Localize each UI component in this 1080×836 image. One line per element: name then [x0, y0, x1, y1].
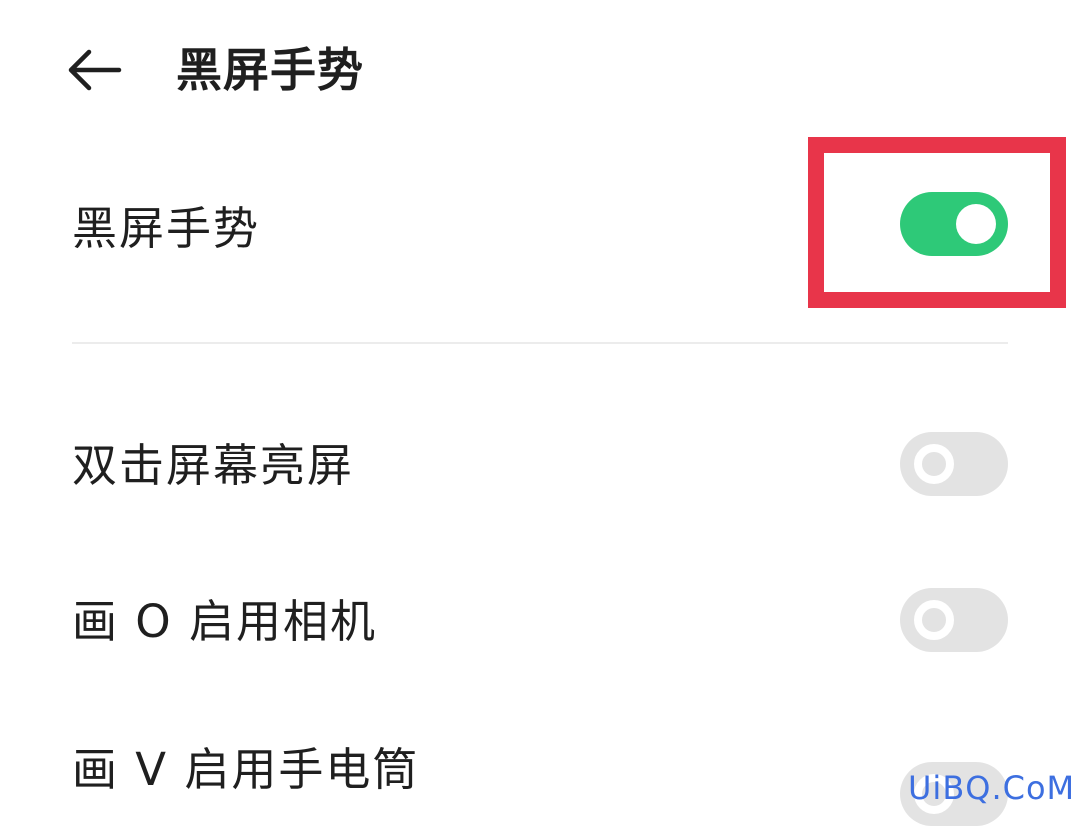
settings-row-draw-o-camera[interactable]: 画 O 启用相机	[0, 558, 1080, 688]
divider	[72, 342, 1008, 344]
toggle-knob	[914, 600, 954, 640]
toggle-knob	[914, 444, 954, 484]
row-label: 画 O 启用相机	[72, 595, 378, 648]
settings-row-double-tap-wake[interactable]: 双击屏幕亮屏	[0, 402, 1080, 532]
row-label: 画 V 启用手电筒	[72, 743, 420, 796]
double-tap-wake-toggle[interactable]	[900, 432, 1008, 496]
page-title: 黑屏手势	[176, 43, 364, 97]
arrow-left-icon	[68, 49, 122, 91]
row-label: 黑屏手势	[72, 202, 261, 255]
row-label: 双击屏幕亮屏	[72, 439, 355, 492]
app-bar: 黑屏手势	[0, 0, 1080, 140]
highlight-annotation-box	[808, 137, 1066, 308]
draw-o-camera-toggle[interactable]	[900, 588, 1008, 652]
back-button[interactable]	[60, 40, 130, 100]
watermark-text: UiBQ.CoM	[908, 769, 1076, 807]
